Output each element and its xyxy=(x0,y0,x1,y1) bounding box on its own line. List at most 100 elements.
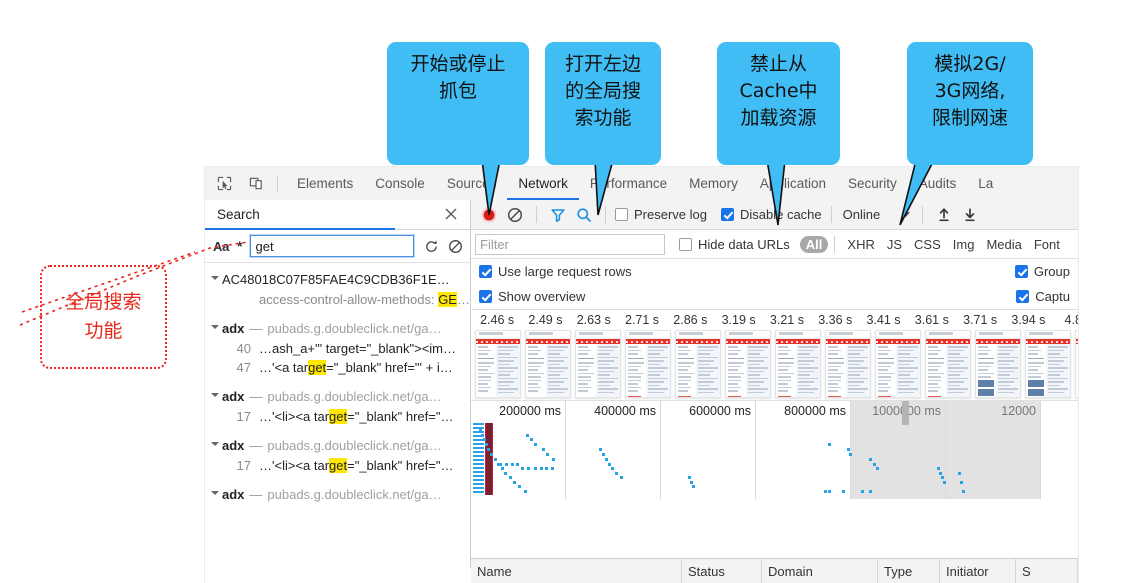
inspect-element-icon[interactable] xyxy=(211,171,237,197)
search-match-highlight: GE xyxy=(438,292,457,307)
tab-memory[interactable]: Memory xyxy=(678,168,749,200)
tab-layers[interactable]: La xyxy=(967,168,1004,200)
filmstrip-frame[interactable] xyxy=(775,330,821,398)
overview-data-point xyxy=(550,467,554,471)
clear-button-icon[interactable] xyxy=(503,203,527,227)
filmstrip-frame[interactable] xyxy=(475,330,521,398)
overview-tick-label: 12000 xyxy=(1001,404,1036,418)
overview-data-point xyxy=(847,448,850,452)
filmstrip-frame[interactable] xyxy=(825,330,871,398)
table-column-header[interactable]: Initiator xyxy=(940,559,1016,583)
tab-audits[interactable]: Audits xyxy=(908,168,968,200)
device-toolbar-icon[interactable] xyxy=(243,171,269,197)
overview-selection-handle[interactable] xyxy=(902,401,909,425)
filter-type-img[interactable]: Img xyxy=(947,236,981,253)
record-button-icon[interactable] xyxy=(477,203,501,227)
overview-grid-cell: 600000 ms xyxy=(661,401,756,499)
overview-data-point xyxy=(499,462,503,466)
clear-icon[interactable] xyxy=(446,237,464,255)
overview-data-point xyxy=(513,480,517,484)
refresh-icon[interactable] xyxy=(422,237,440,255)
chevron-down-icon[interactable] xyxy=(902,212,911,217)
overview-data-point xyxy=(551,457,555,461)
overview-data-point xyxy=(957,471,961,475)
filter-funnel-icon[interactable] xyxy=(546,203,570,227)
import-har-icon[interactable] xyxy=(932,203,956,227)
filter-type-all[interactable]: All xyxy=(799,235,829,253)
filter-type-js[interactable]: JS xyxy=(881,236,908,253)
tab-performance[interactable]: Performance xyxy=(579,168,678,200)
filmstrip-frames xyxy=(471,330,1078,400)
hide-data-urls-checkbox[interactable]: Hide data URLs xyxy=(679,237,790,252)
checkbox-box xyxy=(615,208,628,221)
tab-security[interactable]: Security xyxy=(837,168,908,200)
overview-data-point xyxy=(541,448,545,452)
filmstrip-timestamp: 2.71 s xyxy=(625,313,660,327)
table-column-header[interactable]: S xyxy=(1016,559,1078,583)
filmstrip-frame[interactable] xyxy=(675,330,721,398)
search-match-highlight: get xyxy=(308,360,327,375)
search-panel-header: Search xyxy=(205,200,470,230)
filmstrip-frame[interactable] xyxy=(575,330,621,398)
tab-network[interactable]: Network xyxy=(507,168,579,200)
table-column-header[interactable]: Domain xyxy=(762,559,878,583)
overview-data-point xyxy=(961,489,965,493)
checkbox-box xyxy=(479,290,492,303)
chevron-down-icon[interactable] xyxy=(211,491,219,495)
overview-data-point xyxy=(479,429,483,433)
show-overview-checkbox[interactable]: Show overview xyxy=(479,289,585,304)
filter-type-css[interactable]: CSS xyxy=(908,236,947,253)
network-overview-chart[interactable]: 200000 ms 400000 ms 600000 ms 800000 ms 1000… xyxy=(471,400,1078,499)
use-large-request-rows-checkbox[interactable]: Use large request rows xyxy=(479,264,632,279)
search-magnifier-icon[interactable] xyxy=(572,203,596,227)
overview-data-point xyxy=(939,471,943,475)
filmstrip-timestamp: 2.63 s xyxy=(576,313,611,327)
tab-elements[interactable]: Elements xyxy=(286,168,364,200)
overview-data-point xyxy=(493,457,497,461)
chevron-down-icon[interactable] xyxy=(211,393,219,397)
filmstrip-frame[interactable] xyxy=(925,330,971,398)
overview-data-point xyxy=(876,467,880,471)
filmstrip-frame[interactable] xyxy=(1025,330,1071,398)
result-separator: — xyxy=(249,389,263,404)
search-result-group[interactable]: adx — pubads.g.doubleclick.net/ga… xyxy=(205,435,470,456)
table-column-header[interactable]: Status xyxy=(682,559,762,583)
show-overview-label: Show overview xyxy=(498,289,586,304)
close-icon[interactable] xyxy=(444,207,460,223)
search-result-group[interactable]: adx — pubads.g.doubleclick.net/ga… xyxy=(205,484,470,505)
filter-type-media[interactable]: Media xyxy=(980,236,1027,253)
tab-application[interactable]: Application xyxy=(749,168,837,200)
chevron-down-icon[interactable] xyxy=(211,442,219,446)
group-by-frame-checkbox[interactable]: Group xyxy=(1014,264,1078,279)
filmstrip-frame[interactable] xyxy=(525,330,571,398)
checkbox-box xyxy=(1016,290,1030,303)
filmstrip-frame[interactable] xyxy=(625,330,671,398)
filmstrip-timestamp: 3.21 s xyxy=(769,313,804,327)
filmstrip-timestamp: 3.19 s xyxy=(721,313,756,327)
filmstrip-frame[interactable] xyxy=(725,330,771,398)
capture-screenshots-checkbox[interactable]: Captu xyxy=(1016,289,1078,304)
overview-tick-label: 400000 ms xyxy=(594,404,656,418)
throttle-select-value[interactable]: Online xyxy=(843,207,881,222)
filter-type-font[interactable]: Font xyxy=(1028,236,1066,253)
filter-input[interactable]: Filter xyxy=(475,233,665,255)
table-column-header[interactable]: Name xyxy=(471,559,682,583)
export-har-icon[interactable] xyxy=(958,203,982,227)
overview-data-point xyxy=(601,453,605,457)
search-result-line[interactable]: 17 …'<li><a target="_blank" href="… xyxy=(205,456,470,475)
callout-line: 的全局搜 xyxy=(564,79,641,102)
tab-console[interactable]: Console xyxy=(364,168,436,200)
table-column-header[interactable]: Type xyxy=(878,559,940,583)
filter-type-xhr[interactable]: XHR xyxy=(841,236,880,253)
filmstrip-frame[interactable] xyxy=(875,330,921,398)
filmstrip-frame[interactable] xyxy=(975,330,1021,398)
tab-sources[interactable]: Sources xyxy=(436,168,508,200)
disable-cache-checkbox[interactable]: Disable cache xyxy=(720,207,822,222)
overview-data-point xyxy=(619,476,623,480)
annotation-line: 功能 xyxy=(84,320,123,342)
callout-line: 打开左边 xyxy=(564,53,641,75)
filmstrip-frame[interactable] xyxy=(1075,330,1078,398)
preserve-log-checkbox[interactable]: Preserve log xyxy=(615,207,707,222)
search-result-line[interactable]: 17 …'<li><a target="_blank" href="… xyxy=(205,407,470,426)
checkbox-box xyxy=(1014,265,1028,278)
